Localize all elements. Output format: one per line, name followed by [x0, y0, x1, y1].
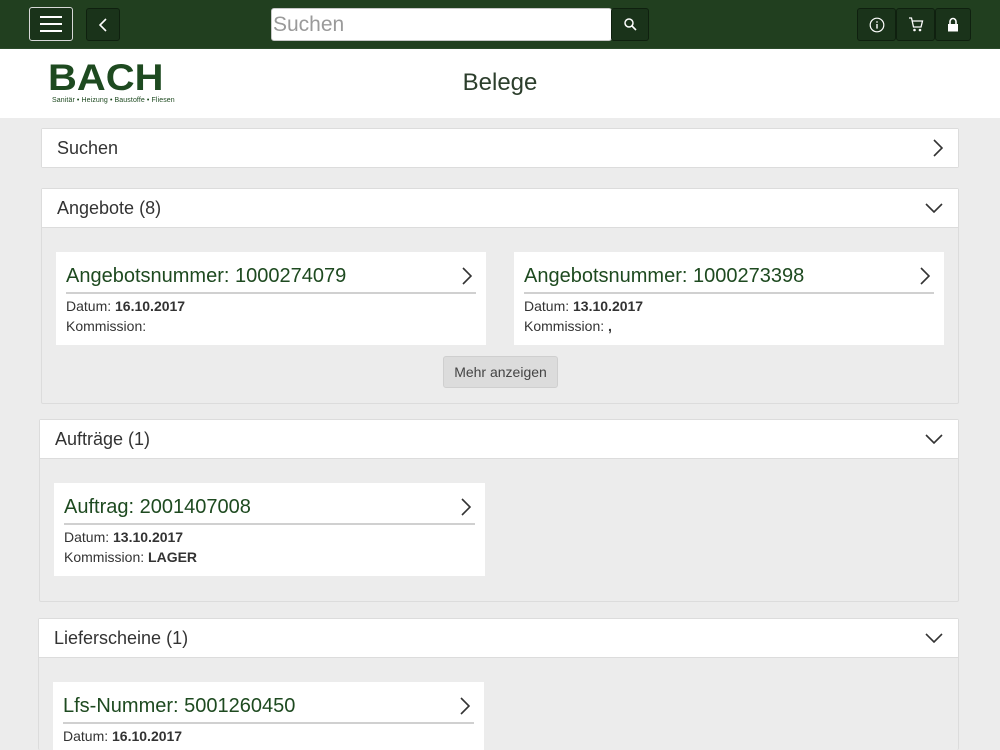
chevron-right-icon: [933, 139, 943, 157]
brand-tagline: Sanitär • Heizung • Baustoffe • Fliesen: [52, 97, 175, 104]
search-input[interactable]: [271, 8, 612, 41]
angebot-card[interactable]: Angebotsnummer: 1000274079 Datum: 16.10.…: [56, 252, 486, 345]
auftrag-datum-row: Datum: 13.10.2017: [64, 529, 183, 545]
angebot-card-title: Angebotsnummer: 1000273398: [524, 264, 934, 294]
chevron-down-icon: [925, 434, 943, 444]
lieferscheine-header-label: Lieferscheine (1): [54, 627, 189, 648]
angebot-datum-row: Datum: 16.10.2017: [66, 298, 185, 314]
lieferschein-datum-row: Datum: 16.10.2017: [63, 728, 182, 744]
info-icon: [869, 17, 884, 32]
angebot-number: Angebotsnummer: 1000274079: [66, 265, 347, 287]
auftrag-card-title: Auftrag: 2001407008: [64, 495, 475, 525]
page-title: Belege: [462, 69, 538, 96]
search-button[interactable]: [611, 8, 649, 41]
datum-value: 16.10.2017: [112, 728, 183, 744]
search-panel: Suchen: [41, 128, 959, 168]
angebot-datum-row: Datum: 13.10.2017: [524, 298, 643, 314]
kommission-value: ,: [608, 318, 612, 334]
lock-icon: [948, 17, 958, 32]
angebot-kommission-row: Kommission:: [66, 318, 146, 334]
angebot-card-title: Angebotsnummer: 1000274079: [66, 264, 476, 294]
datum-label: Datum:: [66, 298, 112, 314]
datum-value: 13.10.2017: [573, 298, 644, 314]
kommission-label: Kommission:: [64, 549, 145, 565]
lock-button[interactable]: [935, 8, 971, 41]
auftrag-card[interactable]: Auftrag: 2001407008 Datum: 13.10.2017 Ko…: [54, 483, 485, 576]
auftrag-kommission-row: Kommission: LAGER: [64, 549, 197, 565]
lieferschein-card-title: Lfs-Nummer: 5001260450: [63, 694, 474, 724]
datum-label: Datum:: [64, 529, 110, 545]
datum-label: Datum:: [63, 728, 109, 744]
top-bar: [0, 0, 1000, 48]
menu-button[interactable]: [29, 7, 73, 41]
angebot-card[interactable]: Angebotsnummer: 1000273398 Datum: 13.10.…: [514, 252, 944, 345]
cart-button[interactable]: [896, 8, 935, 41]
show-more-button[interactable]: Mehr anzeigen: [443, 356, 558, 388]
datum-value: 13.10.2017: [113, 529, 184, 545]
chevron-down-icon: [925, 633, 943, 643]
search-panel-label: Suchen: [57, 137, 119, 158]
datum-label: Datum:: [524, 298, 570, 314]
chevron-right-icon: [460, 697, 470, 715]
auftraege-header-label: Aufträge (1): [55, 428, 151, 449]
angebot-number: Angebotsnummer: 1000273398: [524, 265, 805, 287]
chevron-down-icon: [925, 203, 943, 213]
chevron-right-icon: [462, 267, 472, 285]
page-header: BACH Sanitär • Heizung • Baustoffe • Fli…: [0, 48, 1000, 118]
angebot-kommission-row: Kommission: ,: [524, 318, 612, 334]
back-button[interactable]: [86, 8, 120, 41]
search-panel-header[interactable]: Suchen: [42, 129, 958, 167]
datum-value: 16.10.2017: [115, 298, 186, 314]
search-icon: [623, 18, 637, 31]
info-button[interactable]: [857, 8, 896, 41]
chevron-right-icon: [461, 498, 471, 516]
auftrag-number: Auftrag: 2001407008: [64, 496, 251, 518]
lieferschein-number: Lfs-Nummer: 5001260450: [63, 695, 296, 717]
cart-icon: [908, 17, 923, 32]
auftraege-panel-header[interactable]: Aufträge (1): [40, 420, 958, 459]
angebote-panel-header[interactable]: Angebote (8): [42, 189, 958, 228]
kommission-value: LAGER: [148, 549, 198, 565]
lieferscheine-panel-header[interactable]: Lieferscheine (1): [39, 619, 958, 658]
angebote-header-label: Angebote (8): [57, 197, 162, 218]
hamburger-icon: [40, 16, 62, 32]
kommission-label: Kommission:: [66, 318, 147, 334]
chevron-left-icon: [99, 17, 107, 32]
lieferschein-card[interactable]: Lfs-Nummer: 5001260450 Datum: 16.10.2017: [53, 682, 484, 750]
chevron-right-icon: [920, 267, 930, 285]
kommission-label: Kommission:: [524, 318, 605, 334]
